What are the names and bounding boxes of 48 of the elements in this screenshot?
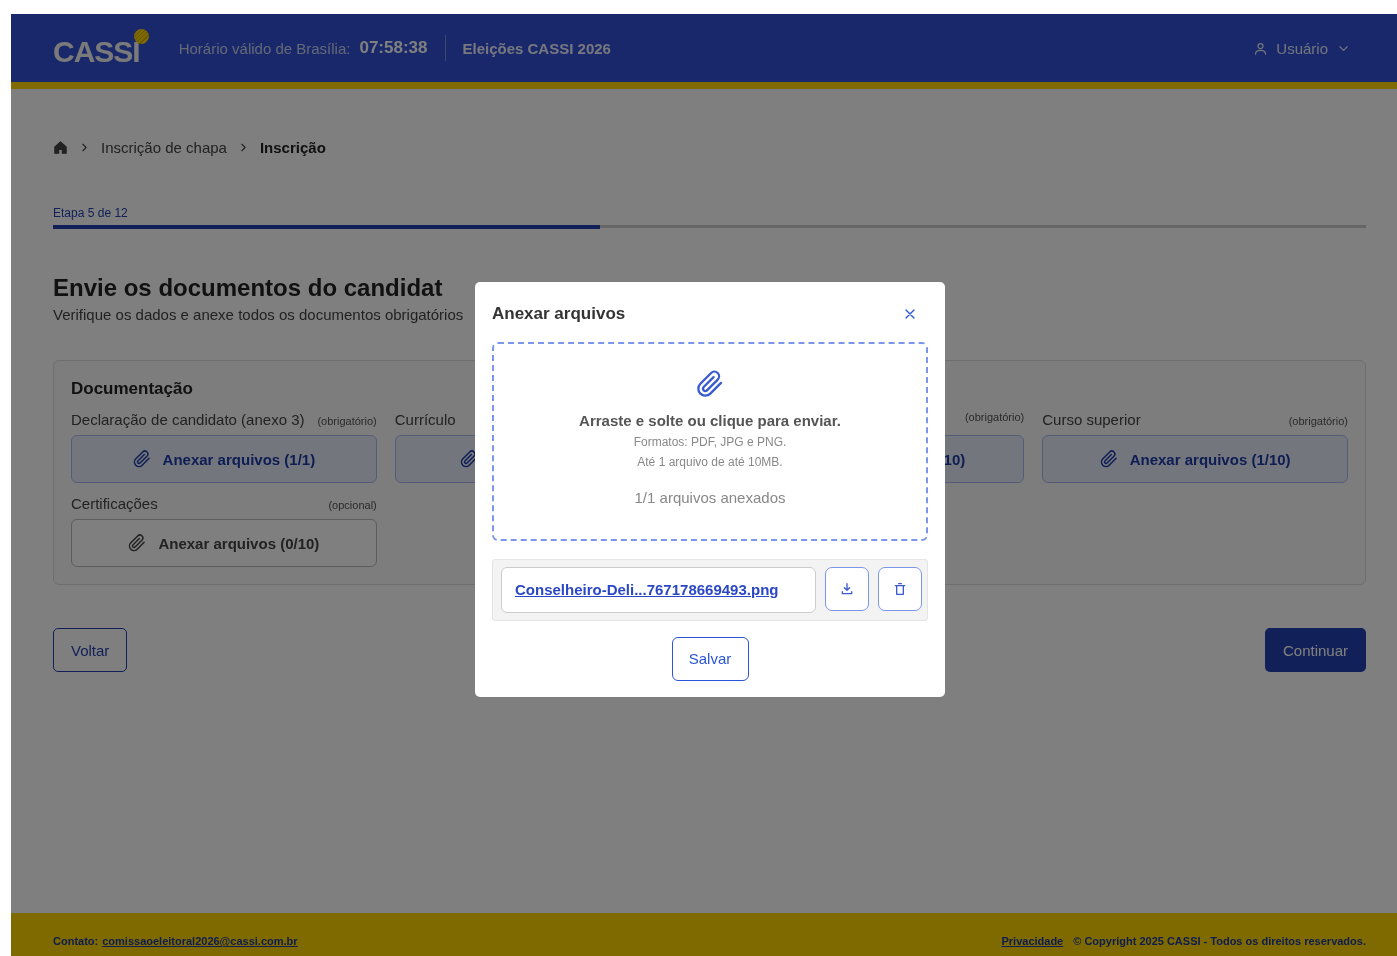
copyright-text: © Copyright 2025 CASSI - Todos os direitos reservados. bbox=[1073, 935, 1366, 947]
field-label: Curso superior bbox=[1042, 411, 1141, 428]
privacy-link[interactable]: Privacidade bbox=[1001, 935, 1064, 947]
breadcrumb-link[interactable]: Inscrição bbox=[259, 139, 326, 156]
page-title: Envie os documentos do candidat bbox=[53, 274, 443, 302]
logo-text: CASSI bbox=[53, 37, 140, 67]
field-label: Declaração de candidato (anexo 3) bbox=[71, 411, 305, 428]
attached-count: 1/1 arquivos anexados bbox=[634, 488, 786, 506]
election-title: Eleições CASSI 2026 bbox=[462, 39, 611, 57]
page-subtitle: Verifique os dados e anexe todos os documentos obrigatórios bbox=[53, 306, 464, 323]
user-icon bbox=[1253, 40, 1269, 56]
paperclip-icon bbox=[696, 369, 724, 398]
dialog-title: Anexar arquivos bbox=[492, 303, 626, 324]
save-button[interactable]: Salvar bbox=[671, 636, 749, 681]
attach-files-button[interactable]: Anexar arquivos (1/10) bbox=[1042, 435, 1348, 483]
attach-files-button[interactable]: Anexar arquivos (0/10) bbox=[71, 519, 377, 567]
clock-label: Horário válido de Brasília: bbox=[178, 39, 351, 57]
field-hint: (opcional) bbox=[328, 499, 377, 511]
limit-text: Até 1 arquivo de até 10MB. bbox=[637, 454, 783, 469]
breadcrumb-link[interactable]: Inscrição de chapa bbox=[101, 139, 227, 156]
clock-time: 07:58:38 bbox=[359, 38, 428, 58]
back-button[interactable]: Voltar bbox=[53, 628, 128, 672]
field-hint: (obrigatório) bbox=[317, 415, 377, 427]
field-hint: (obrigatório) bbox=[1288, 415, 1348, 427]
formats-text: Formatos: PDF, JPG e PNG. bbox=[633, 434, 787, 449]
step-label: Etapa 5 de 12 bbox=[53, 206, 129, 220]
paperclip-icon bbox=[132, 450, 151, 468]
field-label: Currículo bbox=[394, 411, 456, 428]
paperclip-icon bbox=[128, 534, 147, 552]
card-title: Documentação bbox=[71, 379, 193, 399]
file-link[interactable]: Conselheiro-Deli...767178669493.png bbox=[515, 581, 779, 598]
email-link[interactable]: comissaoeleitoral2026@cassi.com.br bbox=[102, 935, 298, 947]
delete-button[interactable] bbox=[878, 566, 922, 611]
logo-sun-icon bbox=[133, 29, 149, 44]
attach-files-button[interactable]: Anexar arquivos (1/1) bbox=[71, 435, 377, 483]
download-icon bbox=[839, 580, 855, 597]
user-menu-button[interactable]: Usuário bbox=[1253, 39, 1351, 57]
field-hint: (obrigatório) bbox=[964, 411, 1025, 423]
download-button[interactable] bbox=[825, 566, 869, 611]
contact-label: Contato: bbox=[53, 935, 99, 947]
paperclip-icon bbox=[459, 450, 478, 468]
continue-button[interactable]: Continuar bbox=[1264, 628, 1366, 672]
drop-zone[interactable]: Arraste e solte ou clique para enviar. Formatos: PDF, JPG e PNG. Até 1 arquivo de até 10MB. 1/1 arquivos anexados bbox=[492, 341, 928, 541]
drop-instruction: Arraste e solte ou clique para enviar. bbox=[579, 411, 841, 429]
home-icon[interactable] bbox=[53, 140, 68, 155]
field-label: Certificações bbox=[71, 495, 158, 512]
trash-icon bbox=[892, 580, 908, 597]
paperclip-icon bbox=[1099, 450, 1118, 468]
